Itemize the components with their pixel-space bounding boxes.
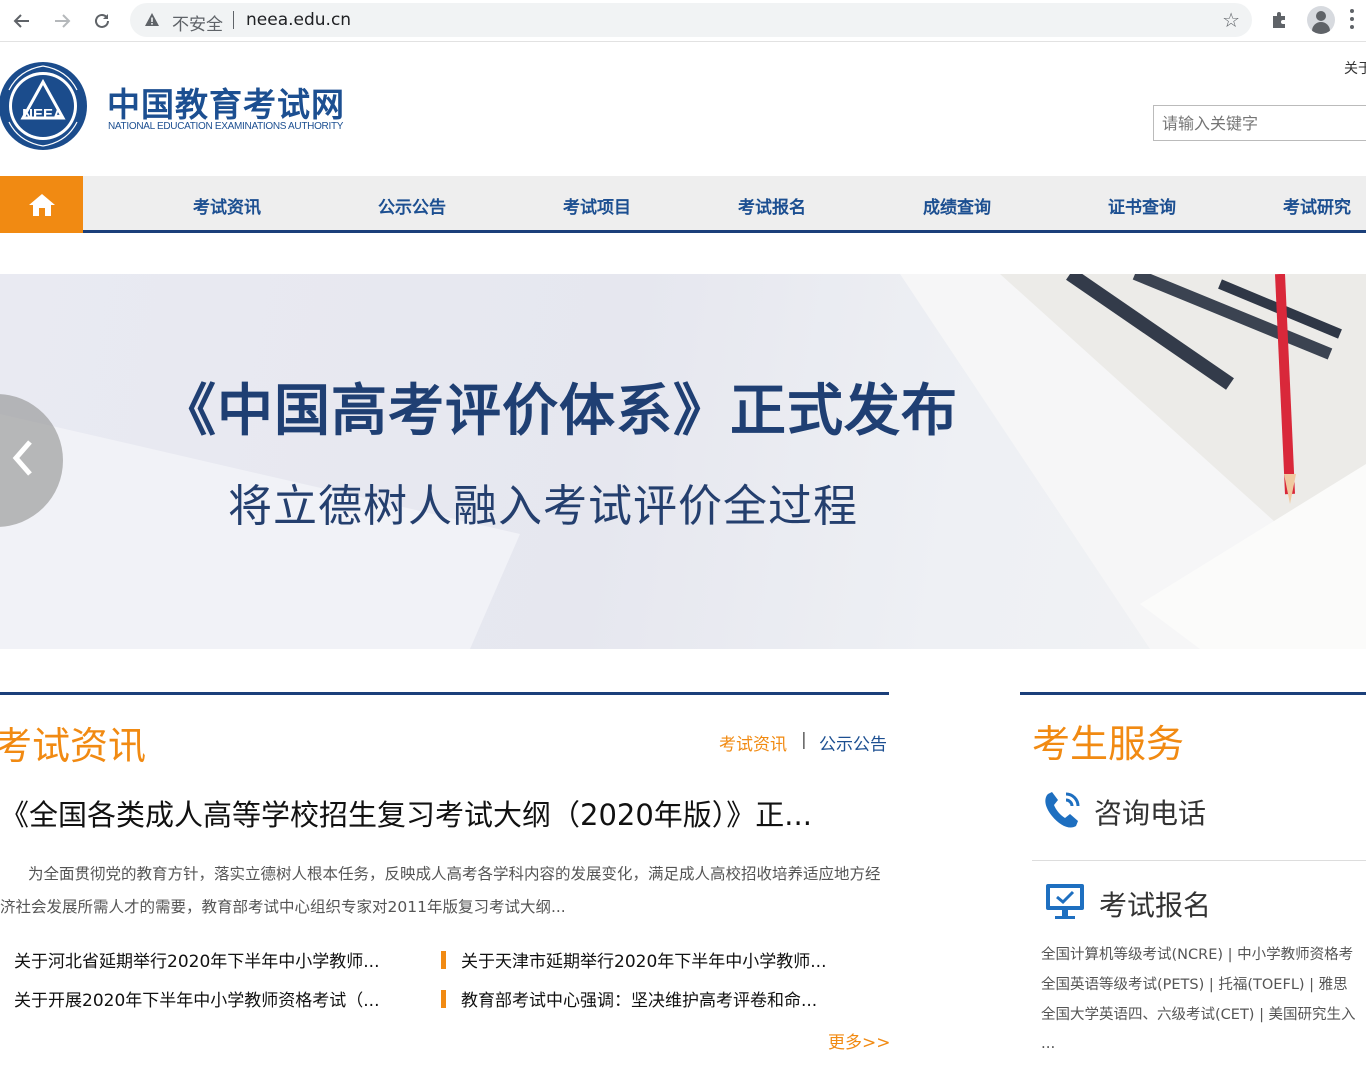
service-divider — [1032, 860, 1366, 861]
registration-label[interactable]: 考试报名 — [1099, 884, 1211, 924]
exam-links-row[interactable]: 全国大学英语四、六级考试(CET) | 美国研究生入 — [1041, 1003, 1356, 1024]
monitor-check-icon — [1046, 884, 1084, 919]
logo-emblem-text: NEEA — [22, 106, 64, 123]
news-headline-link[interactable]: 《全国各类成人高等学校招生复习考试大纲（2020年版）》正... — [0, 792, 812, 834]
omnibox-divider — [233, 11, 234, 29]
service-section-heading: 考生服务 — [1032, 722, 1185, 766]
extensions-puzzle-icon[interactable] — [1268, 8, 1292, 32]
news-bullet-marker — [441, 951, 446, 969]
browser-toolbar: 不安全 neea.edu.cn ☆ — [0, 0, 1366, 42]
browser-menu-icon[interactable] — [1350, 9, 1356, 33]
hero-banner[interactable]: 《中国高考评价体系》正式发布 将立德树人融入考试评价全过程 — [0, 274, 1366, 649]
tab-announcements[interactable]: 公示公告 — [819, 730, 887, 755]
back-icon[interactable] — [8, 7, 36, 35]
address-bar[interactable]: 不安全 neea.edu.cn ☆ — [130, 3, 1252, 37]
tab-separator: | — [801, 730, 807, 750]
nav-item-registration[interactable]: 考试报名 — [738, 193, 806, 218]
news-list-item[interactable]: 关于河北省延期举行2020年下半年中小学教师... — [14, 947, 379, 972]
phone-icon — [1045, 792, 1080, 828]
news-section-heading: 考试资讯 — [0, 724, 147, 768]
warning-icon — [145, 13, 159, 26]
news-list-item[interactable]: 关于开展2020年下半年中小学教师资格考试（... — [14, 986, 379, 1011]
news-summary: 为全面贯彻党的教育方针，落实立德树人根本任务，反映成人高考各学科内容的发展变化，… — [0, 865, 881, 916]
home-icon — [28, 193, 55, 216]
url-text[interactable]: neea.edu.cn — [246, 10, 351, 30]
about-link[interactable]: 关于 — [1344, 58, 1366, 78]
chevron-left-icon — [12, 440, 32, 476]
service-top-rule — [1020, 692, 1366, 695]
exam-links-row[interactable]: 全国英语等级考试(PETS) | 托福(TOEFL) | 雅思 — [1041, 973, 1348, 994]
home-button[interactable] — [0, 176, 83, 233]
nav-item-exam-news[interactable]: 考试资讯 — [193, 193, 261, 218]
neea-emblem-logo[interactable]: NEEA — [0, 60, 89, 152]
banner-subtitle: 将立德树人融入考试评价全过程 — [228, 481, 858, 532]
security-label: 不安全 — [172, 15, 223, 35]
news-list-item[interactable]: 关于天津市延期举行2020年下半年中小学教师... — [461, 947, 826, 972]
bookmark-star-icon[interactable]: ☆ — [1222, 8, 1240, 32]
nav-item-exam-programs[interactable]: 考试项目 — [563, 193, 631, 218]
main-navigation: 考试资讯 公示公告 考试项目 考试报名 成绩查询 证书查询 考试研究 — [0, 176, 1366, 233]
hotline-label[interactable]: 咨询电话 — [1094, 792, 1206, 832]
profile-avatar[interactable] — [1307, 6, 1335, 34]
news-list-item[interactable]: 教育部考试中心强调：坚决维护高考评卷和命... — [461, 986, 817, 1011]
nav-item-exam-research[interactable]: 考试研究 — [1283, 193, 1351, 218]
nav-item-certificate-query[interactable]: 证书查询 — [1108, 193, 1176, 218]
search-input[interactable] — [1153, 105, 1366, 141]
nav-item-score-query[interactable]: 成绩查询 — [923, 193, 991, 218]
news-top-rule — [0, 692, 889, 695]
reload-icon[interactable] — [88, 7, 116, 35]
tab-exam-news[interactable]: 考试资讯 — [719, 730, 787, 755]
news-bullet-marker — [441, 990, 446, 1008]
exam-links-row[interactable]: 全国计算机等级考试(NCRE) | 中小学教师资格考 — [1041, 943, 1353, 964]
banner-background-shapes — [0, 274, 1366, 649]
banner-title: 《中国高考评价体系》正式发布 — [160, 379, 958, 444]
site-logo-title[interactable]: 中国教育考试网 — [107, 78, 345, 126]
forward-icon[interactable] — [48, 7, 76, 35]
news-more-link[interactable]: 更多>> — [828, 1028, 891, 1053]
site-logo-subtitle: NATIONAL EDUCATION EXAMINATIONS AUTHORIT… — [108, 121, 344, 132]
nav-item-announcements[interactable]: 公示公告 — [378, 193, 446, 218]
service-more-ellipsis[interactable]: ... — [1041, 1034, 1055, 1052]
